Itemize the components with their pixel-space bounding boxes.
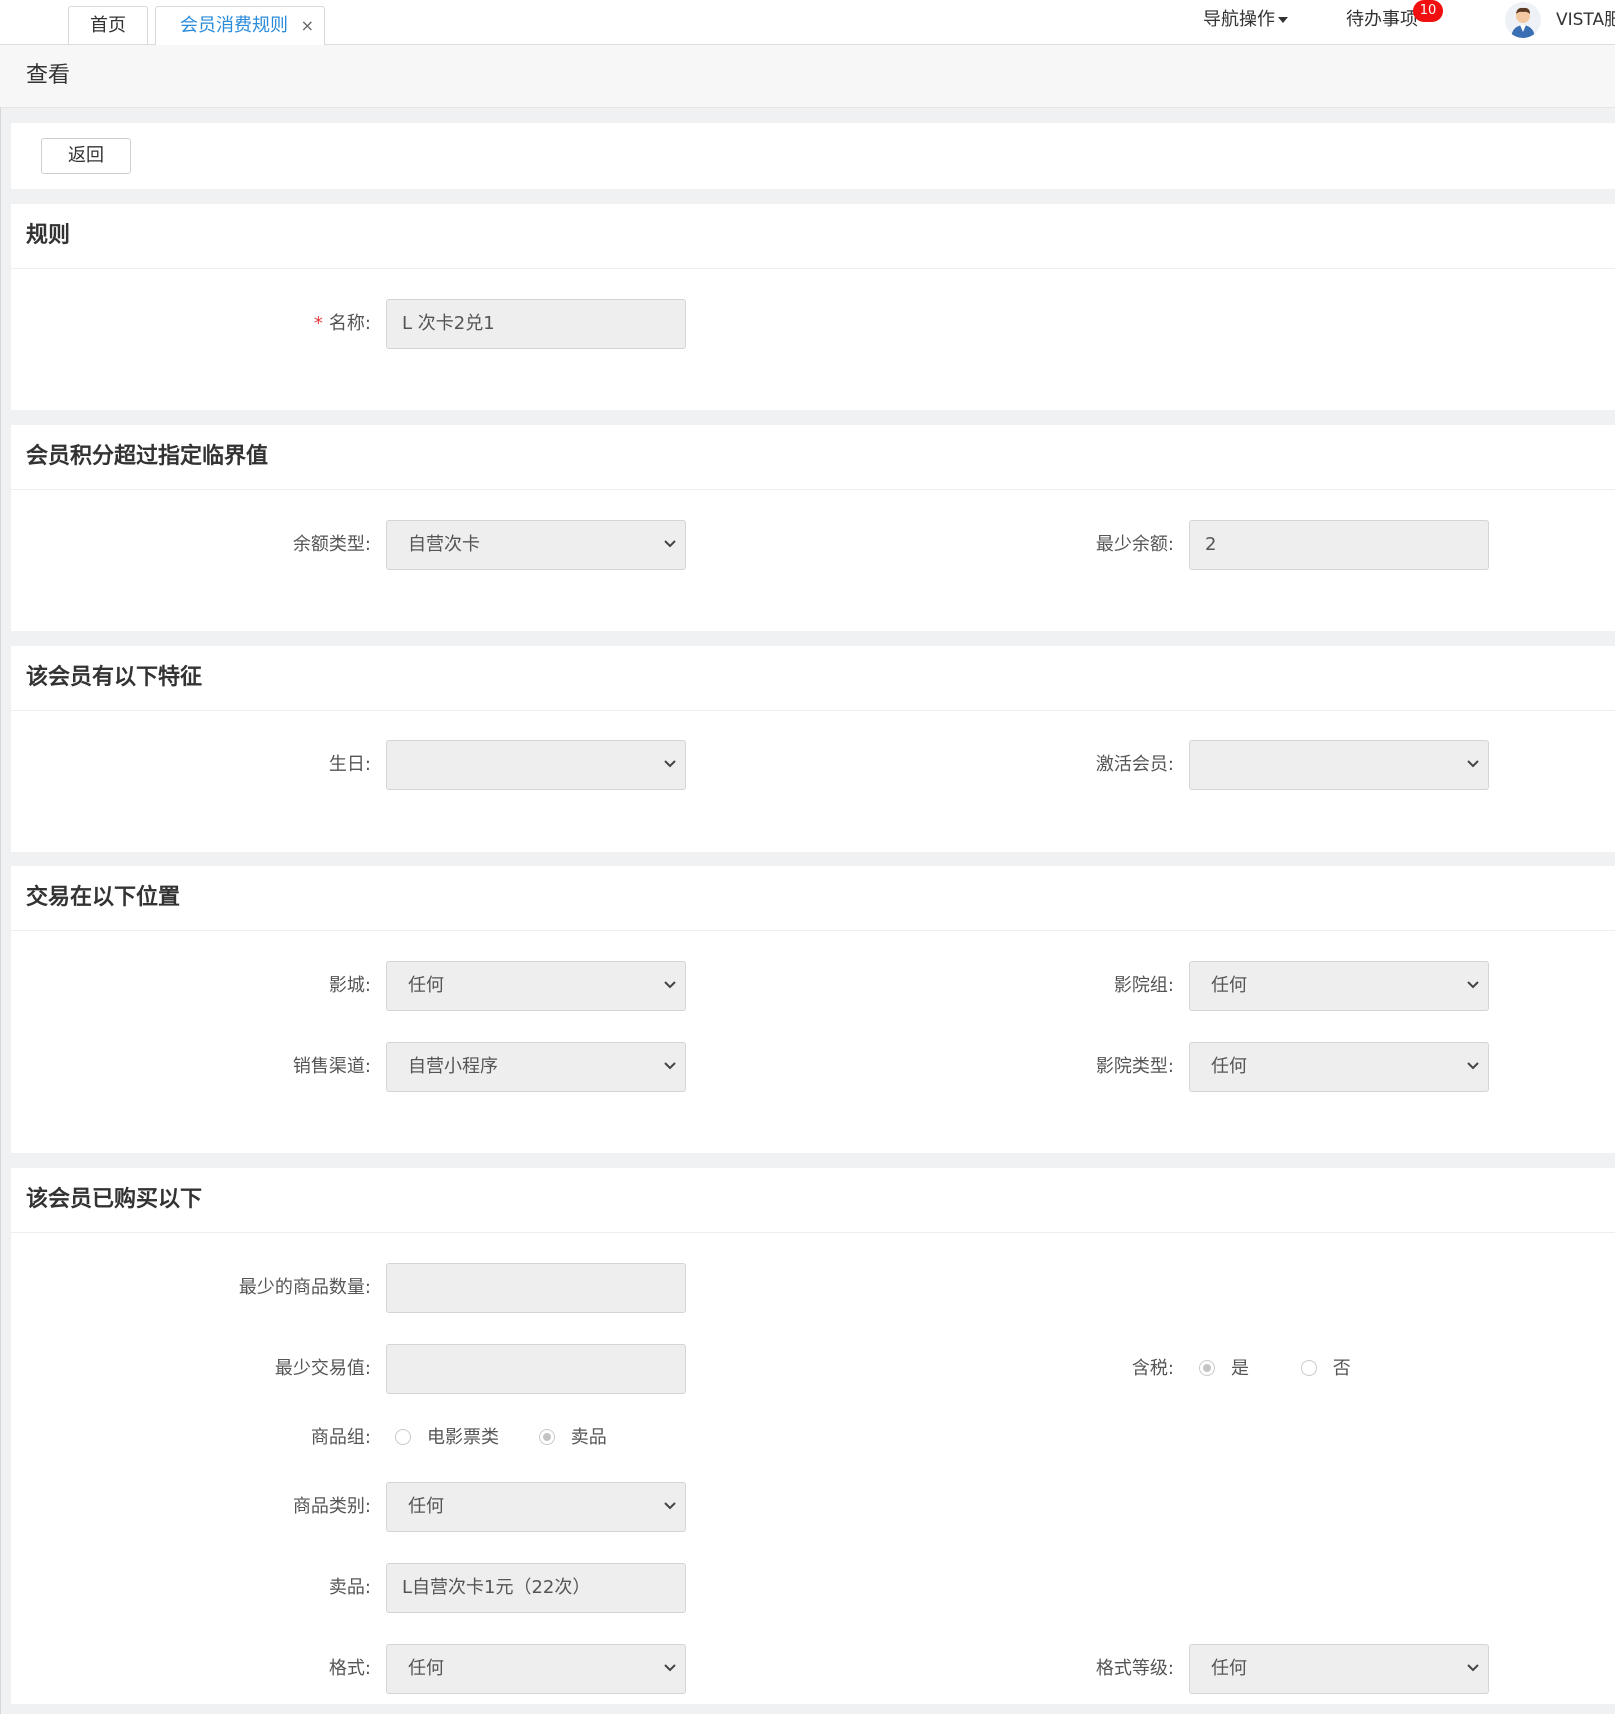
product-category-select[interactable]: 任何 bbox=[386, 1482, 686, 1532]
activated-member-label: 激活会员: bbox=[1095, 754, 1174, 775]
tax-radio-yes[interactable]: 是 bbox=[1199, 1358, 1249, 1379]
balance-type-label: 余额类型: bbox=[292, 534, 371, 555]
chevron-down-icon bbox=[664, 1502, 676, 1510]
cinema-group-value: 任何 bbox=[1211, 975, 1247, 996]
sales-channel-label: 销售渠道: bbox=[292, 1056, 371, 1077]
group-radio-tickets[interactable]: 电影票类 bbox=[395, 1427, 499, 1448]
section-threshold: 会员积分超过指定临界值 余额类型: 自营次卡 最少余额: 2 bbox=[11, 425, 1615, 631]
tax-label: 含税: bbox=[1131, 1358, 1174, 1379]
nav-operations-label: 导航操作 bbox=[1203, 9, 1275, 30]
cinema-type-label: 影院类型: bbox=[1095, 1056, 1174, 1077]
nav-operations-dropdown[interactable]: 导航操作 bbox=[1203, 0, 1288, 40]
back-button[interactable]: 返回 bbox=[41, 138, 131, 174]
chevron-down-icon bbox=[1467, 981, 1479, 989]
tab-home-label: 首页 bbox=[90, 15, 126, 36]
section-title-purchase: 该会员已购买以下 bbox=[11, 1168, 1615, 1233]
tab-member-consumption-rules[interactable]: 会员消费规则 × bbox=[155, 6, 325, 45]
birthday-label: 生日: bbox=[328, 754, 371, 775]
format-value: 任何 bbox=[408, 1658, 444, 1679]
min-qty-field[interactable] bbox=[386, 1263, 686, 1313]
min-balance-label: 最少余额: bbox=[1095, 534, 1174, 555]
product-category-label: 商品类别: bbox=[292, 1496, 371, 1517]
left-edge-divider bbox=[0, 107, 1, 1714]
format-level-value: 任何 bbox=[1211, 1658, 1247, 1679]
min-trans-label: 最少交易值: bbox=[274, 1358, 371, 1379]
format-level-label: 格式等级: bbox=[1095, 1658, 1174, 1679]
todo-link[interactable]: 待办事项 bbox=[1346, 0, 1418, 40]
format-label: 格式: bbox=[328, 1658, 371, 1679]
section-rule: 规则 * 名称: L 次卡2兑1 bbox=[11, 204, 1615, 410]
cinema-type-select[interactable]: 任何 bbox=[1189, 1042, 1489, 1092]
chevron-down-icon bbox=[664, 981, 676, 989]
caret-down-icon bbox=[1278, 17, 1288, 23]
balance-type-select[interactable]: 自营次卡 bbox=[386, 520, 686, 570]
cinema-group-label: 影院组: bbox=[1113, 975, 1174, 996]
section-traits: 该会员有以下特征 生日: 激活会员: bbox=[11, 646, 1615, 852]
todo-label: 待办事项 bbox=[1346, 9, 1418, 30]
page-title: 查看 bbox=[26, 63, 71, 88]
user-avatar-icon bbox=[1511, 7, 1535, 38]
chevron-down-icon bbox=[664, 1062, 676, 1070]
sales-channel-value: 自营小程序 bbox=[408, 1056, 498, 1077]
format-select[interactable]: 任何 bbox=[386, 1644, 686, 1694]
action-panel: 返回 bbox=[11, 123, 1615, 189]
name-label: * 名称: bbox=[313, 313, 371, 334]
avatar[interactable] bbox=[1505, 2, 1541, 38]
radio-checked-icon[interactable] bbox=[1199, 1359, 1215, 1376]
cinema-group-select[interactable]: 任何 bbox=[1189, 961, 1489, 1011]
name-field[interactable]: L 次卡2兑1 bbox=[386, 299, 686, 349]
balance-type-value: 自营次卡 bbox=[408, 534, 480, 555]
tax-radio-group: 是 否 bbox=[1199, 1344, 1351, 1394]
cinema-select[interactable]: 任何 bbox=[386, 961, 686, 1011]
section-purchase: 该会员已购买以下 最少的商品数量: 最少交易值: 含税: 是 否 商品组: 电影… bbox=[11, 1168, 1615, 1704]
birthday-select[interactable] bbox=[386, 740, 686, 790]
todo-count-badge: 10 bbox=[1413, 0, 1443, 22]
min-trans-field[interactable] bbox=[386, 1344, 686, 1394]
required-marker: * bbox=[313, 313, 323, 334]
product-label: 卖品: bbox=[328, 1577, 371, 1598]
chevron-down-icon bbox=[1467, 1062, 1479, 1070]
top-bar: 首页 会员消费规则 × 导航操作 待办事项 10 VISTA肥 bbox=[0, 0, 1615, 45]
radio-checked-icon[interactable] bbox=[538, 1428, 555, 1445]
section-title-threshold: 会员积分超过指定临界值 bbox=[11, 425, 1615, 490]
close-icon[interactable]: × bbox=[301, 7, 314, 45]
section-title-location: 交易在以下位置 bbox=[11, 866, 1615, 931]
cinema-value: 任何 bbox=[408, 975, 444, 996]
chevron-down-icon bbox=[1467, 760, 1479, 768]
product-group-label: 商品组: bbox=[310, 1427, 371, 1448]
section-location: 交易在以下位置 影城: 任何 影院组: 任何 销售渠道: 自营小程序 影院类型:… bbox=[11, 866, 1615, 1153]
tab-rules-label: 会员消费规则 bbox=[180, 15, 288, 36]
sales-channel-select[interactable]: 自营小程序 bbox=[386, 1042, 686, 1092]
radio-unchecked-icon[interactable] bbox=[395, 1428, 411, 1445]
cinema-label: 影城: bbox=[328, 975, 371, 996]
radio-unchecked-icon[interactable] bbox=[1300, 1359, 1317, 1376]
group-radio-concessions[interactable]: 卖品 bbox=[538, 1427, 607, 1448]
chevron-down-icon bbox=[664, 1664, 676, 1672]
product-field[interactable]: L自营次卡1元（22次） bbox=[386, 1563, 686, 1613]
section-title-traits: 该会员有以下特征 bbox=[11, 646, 1615, 711]
tax-radio-no[interactable]: 否 bbox=[1300, 1358, 1351, 1379]
page-title-bar: 查看 bbox=[0, 45, 1615, 108]
product-category-value: 任何 bbox=[408, 1496, 444, 1517]
product-group-radio-group: 电影票类 卖品 bbox=[395, 1413, 607, 1463]
chevron-down-icon bbox=[664, 760, 676, 768]
min-balance-field[interactable]: 2 bbox=[1189, 520, 1489, 570]
username[interactable]: VISTA肥 bbox=[1556, 0, 1615, 40]
min-qty-label: 最少的商品数量: bbox=[238, 1277, 371, 1298]
cinema-type-value: 任何 bbox=[1211, 1056, 1247, 1077]
tab-home[interactable]: 首页 bbox=[68, 6, 148, 44]
format-level-select[interactable]: 任何 bbox=[1189, 1644, 1489, 1694]
chevron-down-icon bbox=[664, 540, 676, 548]
chevron-down-icon bbox=[1467, 1664, 1479, 1672]
section-title-rule: 规则 bbox=[11, 204, 1615, 269]
activated-member-select[interactable] bbox=[1189, 740, 1489, 790]
